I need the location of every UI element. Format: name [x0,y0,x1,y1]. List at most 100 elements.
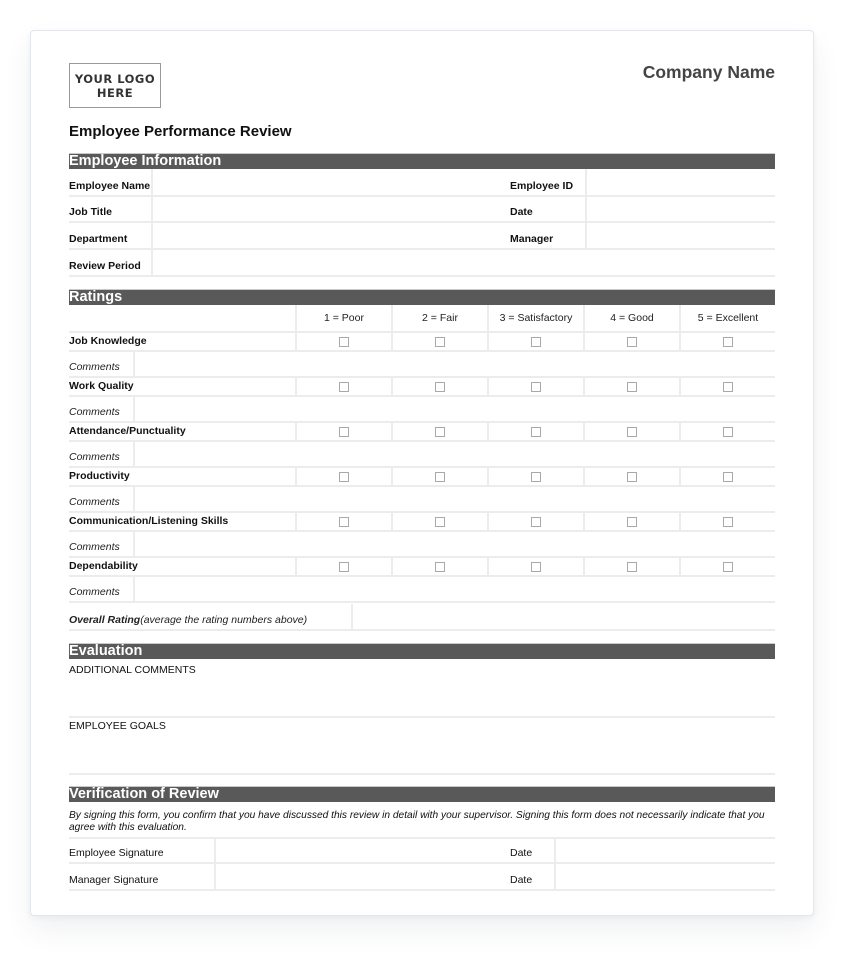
verification-statement: By signing this form, you confirm that y… [69,810,765,833]
employee-id-field[interactable] [585,169,775,195]
date-field[interactable] [585,197,775,221]
rating-criterion-row: Work Quality [69,378,775,397]
rating-option-cell [487,513,583,530]
rating-checkbox[interactable] [339,381,349,392]
rating-option-cell [391,468,487,485]
criterion-label: Dependability [69,560,138,572]
comments-field[interactable] [133,442,775,466]
rating-checkbox[interactable] [723,381,733,392]
rating-checkbox[interactable] [435,516,445,527]
company-name: Company Name [642,62,775,82]
criterion-label: Work Quality [69,380,134,392]
employee-goals-field[interactable] [69,718,775,775]
comments-field[interactable] [133,532,775,556]
rating-checkbox[interactable] [531,426,541,437]
rating-checkbox[interactable] [627,561,637,572]
manager-label: Manager [510,233,554,245]
manager-signature-label: Manager Signature [69,874,159,886]
section-header-employee-information: Employee Information [69,153,775,169]
rating-option-cell [583,513,679,530]
employee-info-row: Review Period [69,250,775,277]
rating-checkbox[interactable] [723,336,733,347]
employee-info-row: Department Manager [69,223,775,250]
department-field[interactable] [151,223,509,248]
ratings-scale-header: 1 = Poor 2 = Fair 3 = Satisfactory 4 = Good… [69,305,775,333]
rating-option-cell [487,333,583,350]
comments-field[interactable] [133,397,775,421]
rating-checkbox[interactable] [723,426,733,437]
rating-option-cell [391,513,487,530]
signature-row: Manager Signature Date [69,864,775,891]
rating-checkbox[interactable] [627,516,637,527]
employee-signature-field[interactable] [214,839,510,862]
rating-checkbox[interactable] [723,516,733,527]
additional-comments-field[interactable] [69,659,775,718]
rating-checkbox[interactable] [531,471,541,482]
rating-option-cell [583,423,679,440]
rating-checkbox[interactable] [339,336,349,347]
rating-option-cell [679,513,775,530]
rating-checkbox[interactable] [723,561,733,572]
rating-checkbox[interactable] [435,561,445,572]
rating-scale-label: 4 = Good [583,305,679,331]
overall-rating-title: Overall Rating [69,614,141,626]
manager-signature-field[interactable] [214,864,510,889]
manager-field[interactable] [585,223,775,248]
comments-row: Comments [69,487,775,513]
rating-criterion-row: Attendance/Punctuality [69,423,775,442]
rating-checkbox[interactable] [339,516,349,527]
section-header-verification: Verification of Review [69,786,775,802]
rating-checkbox[interactable] [435,426,445,437]
rating-option-cell [487,378,583,395]
rating-option-cell [487,558,583,575]
rating-option-cell [295,513,391,530]
rating-checkbox[interactable] [531,381,541,392]
comments-row: Comments [69,532,775,558]
rating-checkbox[interactable] [339,471,349,482]
rating-option-cell [583,333,679,350]
overall-rating-label: Overall Rating (average the rating numbe… [69,604,351,629]
rating-checkbox[interactable] [627,336,637,347]
comments-field[interactable] [133,577,775,601]
rating-option-cell [679,378,775,395]
criterion-label: Attendance/Punctuality [69,425,186,437]
section-title: Ratings [69,289,123,305]
rating-checkbox[interactable] [627,471,637,482]
section-title: Evaluation [69,643,143,659]
section-header-ratings: Ratings [69,289,775,305]
rating-checkbox[interactable] [531,336,541,347]
section-header-evaluation: Evaluation [69,643,775,659]
overall-rating-row: Overall Rating (average the rating numbe… [69,604,775,631]
rating-checkbox[interactable] [435,471,445,482]
comments-field[interactable] [133,352,775,376]
rating-criterion-row: Job Knowledge [69,333,775,352]
rating-option-cell [295,468,391,485]
rating-criterion-row: Communication/Listening Skills [69,513,775,532]
rating-checkbox[interactable] [339,561,349,572]
employee-id-label: Employee ID [510,180,574,192]
employee-name-field[interactable] [151,169,509,195]
overall-rating-field[interactable] [351,604,775,629]
comments-label: Comments [69,361,120,373]
signature-row: Employee Signature Date [69,837,775,864]
rating-checkbox[interactable] [435,381,445,392]
rating-checkbox[interactable] [627,426,637,437]
job-title-field[interactable] [151,197,509,221]
review-period-field[interactable] [151,250,775,275]
manager-signature-date-field[interactable] [554,864,775,889]
employee-signature-date-field[interactable] [554,839,775,862]
rating-checkbox[interactable] [531,516,541,527]
department-label: Department [69,233,128,245]
rating-checkbox[interactable] [531,561,541,572]
rating-checkbox[interactable] [627,381,637,392]
criterion-label: Communication/Listening Skills [69,515,229,527]
criterion-label: Job Knowledge [69,335,147,347]
review-form-page: YOUR LOGO HERE Company Name Employee Per… [30,30,814,916]
rating-option-cell [583,468,679,485]
comments-field[interactable] [133,487,775,511]
comments-label: Comments [69,451,120,463]
rating-checkbox[interactable] [723,471,733,482]
rating-option-cell [391,378,487,395]
rating-checkbox[interactable] [339,426,349,437]
rating-checkbox[interactable] [435,336,445,347]
